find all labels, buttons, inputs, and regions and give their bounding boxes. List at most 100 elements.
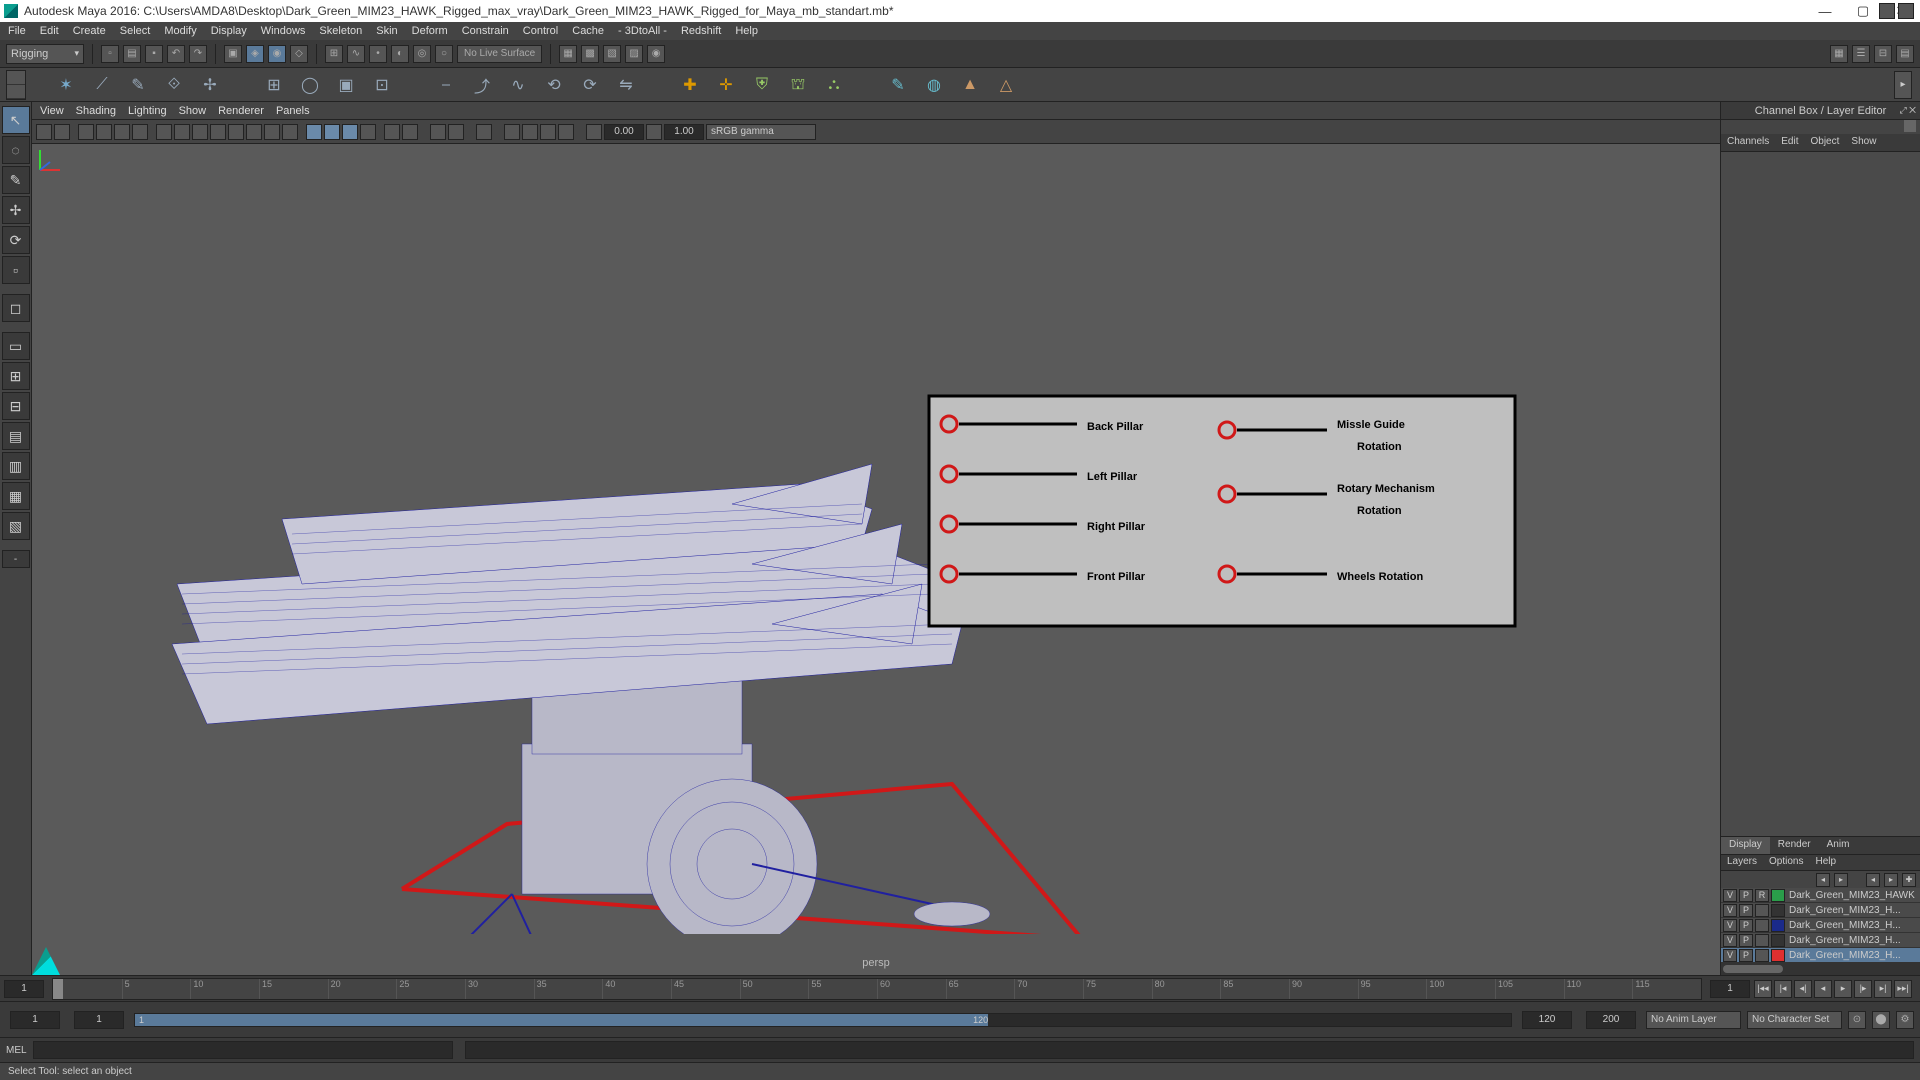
shelf-lasso-icon[interactable]: ⟋	[88, 71, 116, 99]
snap-curve-icon[interactable]: ∿	[347, 45, 365, 63]
pt-ex6[interactable]	[586, 124, 602, 140]
menu-control[interactable]: Control	[523, 25, 558, 37]
shelf-select-icon[interactable]: ✶	[52, 71, 80, 99]
select-component-icon[interactable]: ◉	[268, 45, 286, 63]
layer-row[interactable]: VPRDark_Green_MIM23_HAWK	[1721, 888, 1920, 903]
shelf-move-icon[interactable]: ✢	[196, 71, 224, 99]
layer-play-toggle[interactable]: P	[1739, 949, 1753, 962]
snap-view-icon[interactable]: ○	[435, 45, 453, 63]
layer-row[interactable]: VPDark_Green_MIM23_H...	[1721, 948, 1920, 963]
cmd-lang-label[interactable]: MEL	[6, 1045, 27, 1056]
pt-ex5[interactable]	[558, 124, 574, 140]
pt-1[interactable]	[36, 124, 52, 140]
layer-ref-toggle[interactable]	[1755, 949, 1769, 962]
layout-icon-3[interactable]: ⊟	[1874, 45, 1892, 63]
shelf-blend-icon[interactable]: ▲	[956, 71, 984, 99]
layout-icon-1[interactable]: ▦	[1830, 45, 1848, 63]
panelmenu-renderer[interactable]: Renderer	[218, 105, 264, 117]
layer-play-toggle[interactable]: P	[1739, 919, 1753, 932]
cb-icon-1[interactable]	[1904, 120, 1916, 132]
panelmenu-view[interactable]: View	[40, 105, 64, 117]
cmd-result-icon[interactable]	[1898, 3, 1914, 19]
pt-3[interactable]	[78, 124, 94, 140]
layer-ref-toggle[interactable]	[1755, 904, 1769, 917]
layout-custom-icon[interactable]: -	[2, 550, 30, 568]
shelf-mirror-icon[interactable]: ⇋	[612, 71, 640, 99]
layer-move-down-icon[interactable]: ▸	[1834, 873, 1848, 887]
pt-ex2[interactable]	[504, 124, 520, 140]
script-editor-icon[interactable]	[1879, 3, 1895, 19]
layout-hyper-icon[interactable]: ▧	[2, 512, 30, 540]
shelf-char-icon[interactable]: ⛫	[784, 71, 812, 99]
step-fwd-icon[interactable]: |▸	[1854, 980, 1872, 998]
pt-xray-icon[interactable]	[384, 124, 400, 140]
shelf-constraint-icon[interactable]: ✚	[676, 71, 704, 99]
viewport[interactable]: Back PillarLeft PillarRight PillarFront …	[32, 144, 1720, 975]
pt-ex4[interactable]	[540, 124, 556, 140]
cb-tab-show[interactable]: Show	[1845, 134, 1882, 151]
layer-row[interactable]: VPDark_Green_MIM23_H...	[1721, 918, 1920, 933]
shelf-cube-icon[interactable]: ▣	[332, 71, 360, 99]
scale-tool-icon[interactable]: ▫	[2, 256, 30, 284]
layer-ref-toggle[interactable]	[1755, 919, 1769, 932]
shelf-parent-icon[interactable]: ✛	[712, 71, 740, 99]
shelf-bind-icon[interactable]: ⟲	[540, 71, 568, 99]
layout-persp-icon[interactable]: ▦	[2, 482, 30, 510]
shelf-joint-icon[interactable]: ⎯	[432, 71, 460, 99]
render-frame-icon[interactable]: ▦	[559, 45, 577, 63]
render-region-icon[interactable]: ▨	[625, 45, 643, 63]
last-tool-icon[interactable]: ◻	[2, 294, 30, 322]
layer-vis-toggle[interactable]: V	[1723, 934, 1737, 947]
cmd-input[interactable]	[33, 1041, 453, 1059]
pt-2[interactable]	[54, 124, 70, 140]
layertab-anim[interactable]: Anim	[1819, 837, 1858, 854]
redo-icon[interactable]: ↷	[189, 45, 207, 63]
pt-ex1[interactable]	[476, 124, 492, 140]
shelf-skin-icon[interactable]: ◍	[920, 71, 948, 99]
time-start-field[interactable]: 1	[4, 980, 44, 998]
select-hier-icon[interactable]: ◇	[290, 45, 308, 63]
snap-live-icon[interactable]: ◎	[413, 45, 431, 63]
exposure-input[interactable]: 0.00	[604, 124, 644, 140]
layer-play-toggle[interactable]: P	[1739, 904, 1753, 917]
cb-tab-channels[interactable]: Channels	[1721, 134, 1775, 151]
shelf-spline-icon[interactable]: ∿	[504, 71, 532, 99]
pt-film-icon[interactable]	[192, 124, 208, 140]
pt-4[interactable]	[96, 124, 112, 140]
shelf-ik-icon[interactable]: ⤴	[468, 71, 496, 99]
prefs-icon[interactable]: ⚙	[1896, 1011, 1914, 1029]
layer-row[interactable]: VPDark_Green_MIM23_H...	[1721, 933, 1920, 948]
shelf-softselect-icon[interactable]: ⟐	[160, 71, 188, 99]
shelf-scroll-icon[interactable]: ▸	[1894, 71, 1912, 99]
cb-tab-object[interactable]: Object	[1805, 134, 1846, 151]
pt-ex3[interactable]	[522, 124, 538, 140]
select-tool-icon[interactable]: ↖	[2, 106, 30, 134]
menu-display[interactable]: Display	[211, 25, 247, 37]
gamma-combo[interactable]: sRGB gamma	[706, 124, 816, 140]
move-tool-icon[interactable]: ✢	[2, 196, 30, 224]
layer-vis-toggle[interactable]: V	[1723, 889, 1737, 902]
shelf-paint-icon[interactable]: ✎	[124, 71, 152, 99]
undo-icon[interactable]: ↶	[167, 45, 185, 63]
menu-file[interactable]: File	[8, 25, 26, 37]
open-scene-icon[interactable]: ▤	[123, 45, 141, 63]
pt-hud-icon[interactable]	[174, 124, 190, 140]
layout-icon-4[interactable]: ▤	[1896, 45, 1914, 63]
layout-single-icon[interactable]: ▭	[2, 332, 30, 360]
render-ipr-icon[interactable]: ▩	[581, 45, 599, 63]
layer-ref-toggle[interactable]: R	[1755, 889, 1769, 902]
layer-vis-toggle[interactable]: V	[1723, 949, 1737, 962]
snap-grid-icon[interactable]: ⊞	[325, 45, 343, 63]
play-fwd-icon[interactable]: ▸	[1834, 980, 1852, 998]
pt-shadow-icon[interactable]	[342, 124, 358, 140]
panelmenu-lighting[interactable]: Lighting	[128, 105, 167, 117]
layer-row[interactable]: VPDark_Green_MIM23_H...	[1721, 903, 1920, 918]
time-cursor[interactable]	[53, 979, 63, 999]
live-surface-toggle[interactable]: No Live Surface	[457, 45, 542, 63]
pt-ex7[interactable]	[646, 124, 662, 140]
menu-modify[interactable]: Modify	[164, 25, 196, 37]
shelf-lattice-icon[interactable]: ⊞	[260, 71, 288, 99]
layertab-render[interactable]: Render	[1770, 837, 1819, 854]
layer-new-sel-icon[interactable]: ▸	[1884, 873, 1898, 887]
pt-safe-icon[interactable]	[246, 124, 262, 140]
